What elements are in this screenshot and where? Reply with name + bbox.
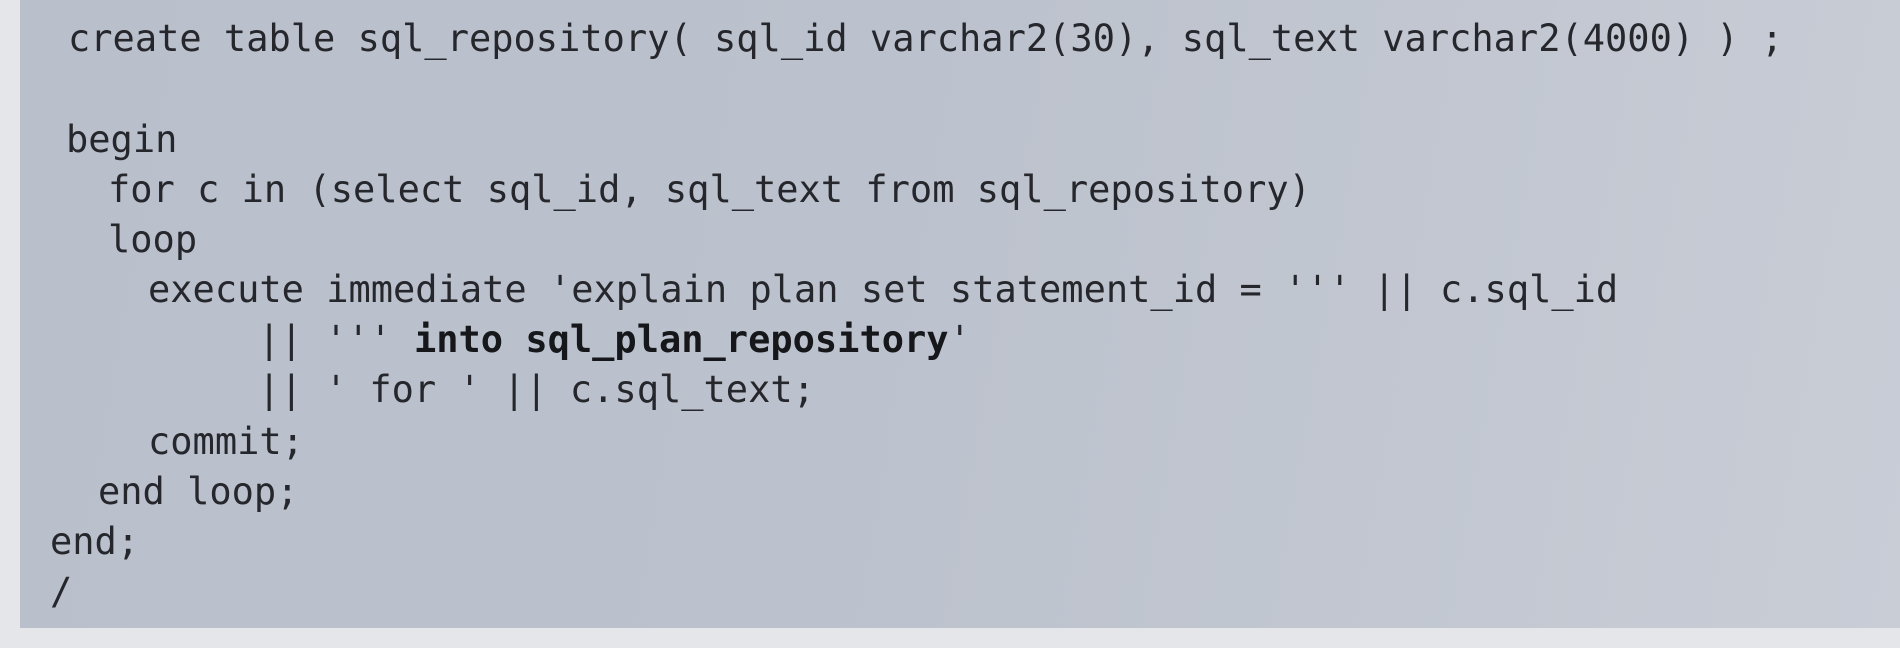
code-line-begin: begin: [66, 118, 178, 161]
code-line-end: end;: [50, 520, 140, 563]
code-line-slash: /: [50, 570, 73, 613]
code-line-commit: commit;: [148, 420, 304, 463]
code-line-end-loop: end loop;: [98, 470, 299, 513]
code-line-for-text: || ' for ' || c.sql_text;: [258, 368, 815, 411]
code-line-create-table: create table sql_repository( sql_id varc…: [68, 17, 1784, 60]
code-line-loop: loop: [108, 218, 198, 261]
code-listing: create table sql_repository( sql_id varc…: [20, 0, 1900, 628]
concat-suffix: ': [948, 318, 971, 361]
code-line-execute-immediate: execute immediate 'explain plan set stat…: [148, 268, 1619, 311]
code-line-into-clause: || ''' into sql_plan_repository': [258, 318, 971, 362]
into-clause: into sql_plan_repository: [413, 318, 949, 361]
code-line-for-loop: for c in (select sql_id, sql_text from s…: [108, 168, 1311, 211]
concat-prefix: || ''': [258, 318, 392, 361]
